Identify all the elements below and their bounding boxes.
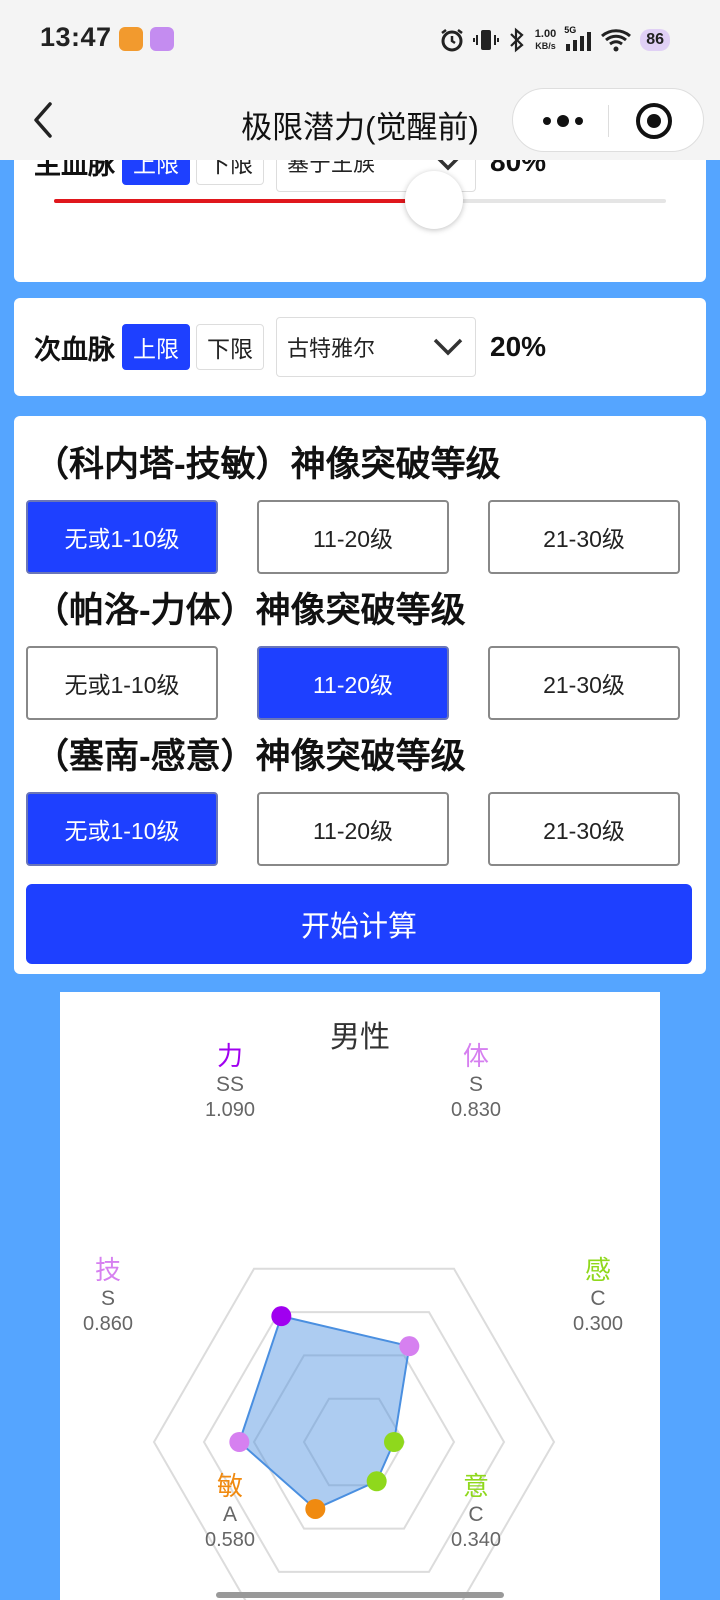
more-options-icon[interactable]	[535, 103, 591, 139]
statue1-option-1[interactable]: 无或1-10级	[26, 500, 218, 574]
axis-label-0: 力 SS 1.090	[170, 1040, 290, 1122]
secondary-lower-tag[interactable]: 下限	[196, 324, 264, 370]
axis-value: 0.830	[450, 1099, 502, 1121]
statue3-option-3[interactable]: 21-30级	[488, 792, 680, 866]
primary-bloodline-card: 主血脉 上限 下限 塞宁王族 80%	[14, 160, 706, 282]
secondary-bloodline-card: 次血脉 上限 下限 古特雅尔 20%	[14, 298, 706, 396]
secondary-upper-tag[interactable]: 上限	[122, 324, 190, 370]
axis-value: 0.860	[82, 1313, 134, 1335]
statue1-option-2[interactable]: 11-20级	[257, 500, 449, 574]
radar-point-1	[399, 1336, 420, 1357]
statue-title-2: （帕洛-力体）神像突破等级	[34, 591, 466, 630]
primary-upper-tag[interactable]: 上限	[122, 160, 190, 185]
axis-label-3: 意 C 0.340	[416, 1470, 536, 1552]
secondary-bloodline-row: 次血脉 上限 下限 古特雅尔 20%	[34, 317, 546, 377]
axis-name: 体	[462, 1041, 489, 1071]
back-arrow-icon[interactable]	[24, 96, 64, 144]
axis-value: 0.300	[572, 1313, 624, 1335]
slider-fill	[54, 199, 434, 203]
notification-app-icon	[119, 27, 143, 51]
radar-point-4	[305, 1498, 326, 1519]
primary-bloodline-row: 主血脉 上限 下限 塞宁王族 80%	[34, 160, 546, 192]
axis-grade: S	[100, 1287, 115, 1310]
axis-label-5: 技 S 0.860	[48, 1254, 168, 1336]
home-indicator	[216, 1592, 504, 1598]
wifi-icon	[601, 29, 632, 52]
axis-name: 意	[462, 1471, 489, 1501]
status-bar: 13:47 1.00 KB/s 5G 86	[0, 0, 720, 80]
statue3-option-1[interactable]: 无或1-10级	[26, 792, 218, 866]
axis-name: 感	[584, 1255, 611, 1285]
close-mini-program-icon[interactable]	[633, 100, 675, 142]
bluetooth-icon	[510, 27, 524, 53]
statue2-option-2[interactable]: 11-20级	[257, 646, 449, 720]
secondary-bloodline-percent: 20%	[490, 331, 547, 362]
radar-point-5	[229, 1432, 250, 1452]
axis-label-2: 感 C 0.300	[538, 1254, 658, 1336]
axis-name: 技	[94, 1255, 121, 1285]
secondary-bloodline-label: 次血脉	[34, 334, 115, 365]
statue1-option-3[interactable]: 21-30级	[488, 500, 680, 574]
axis-grade: C	[590, 1287, 606, 1310]
primary-bloodline-label: 主血脉	[34, 160, 115, 180]
content-scroll-area[interactable]: 主血脉 上限 下限 塞宁王族 80% 次血脉 上限 下限 古特雅尔 20% （科…	[0, 160, 720, 1600]
primary-lower-tag[interactable]: 下限	[196, 160, 264, 185]
statue3-option-2[interactable]: 11-20级	[257, 792, 449, 866]
battery-indicator: 86	[640, 29, 670, 51]
start-calculation-button[interactable]: 开始计算	[26, 884, 692, 964]
notification-app-icon-2	[150, 27, 174, 51]
axis-label-4: 敏 A 0.580	[170, 1470, 290, 1552]
statue2-option-1[interactable]: 无或1-10级	[26, 646, 218, 720]
radar-point-3	[366, 1471, 387, 1492]
statue2-option-3[interactable]: 21-30级	[488, 646, 680, 720]
axis-grade: A	[222, 1503, 237, 1526]
axis-value: 0.340	[450, 1529, 502, 1551]
alarm-icon	[441, 29, 463, 52]
radar-chart: 男性 力 SS 1.090 体 S 0.830 感 C 0.300 意 C 0.340 敏 A 0.580 技…	[60, 992, 660, 1600]
capsule-divider	[608, 105, 609, 137]
statue-title-3: （塞南-感意）神像突破等级	[34, 737, 466, 776]
axis-name: 力	[216, 1041, 243, 1071]
page-title: 极限潜力(觉醒前)	[241, 110, 479, 145]
axis-name: 敏	[216, 1471, 243, 1501]
vibrate-icon	[472, 30, 499, 50]
axis-value: 0.580	[204, 1529, 256, 1551]
secondary-bloodline-value: 古特雅尔	[287, 336, 376, 361]
secondary-bloodline-select[interactable]: 古特雅尔	[276, 317, 476, 377]
axis-grade: SS	[215, 1073, 244, 1096]
radar-point-0	[271, 1306, 292, 1327]
statue-level-card: （科内塔-技敏）神像突破等级 无或1-10级 11-20级 21-30级 （帕洛…	[14, 416, 706, 974]
axis-label-1: 体 S 0.830	[416, 1040, 536, 1122]
primary-bloodline-slider[interactable]	[54, 171, 666, 229]
status-icons: 1.00 KB/s 5G 86	[439, 24, 670, 56]
chevron-down-icon	[433, 338, 463, 356]
nav-bar: 极限潜力(觉醒前)	[0, 80, 720, 160]
primary-bloodline-percent: 80%	[490, 160, 547, 177]
status-time: 13:47	[40, 22, 112, 52]
statue-title-1: （科内塔-技敏）神像突破等级	[34, 445, 501, 484]
cell-signal-icon: 5G	[564, 25, 592, 53]
network-speed: 1.00 KB/s	[534, 28, 557, 51]
axis-value: 1.090	[204, 1099, 256, 1121]
primary-bloodline-value: 塞宁王族	[287, 160, 376, 176]
axis-grade: S	[468, 1073, 483, 1096]
axis-grade: C	[468, 1503, 484, 1526]
radar-point-2	[384, 1432, 404, 1452]
slider-thumb[interactable]	[405, 171, 463, 229]
mini-program-capsule	[512, 88, 704, 152]
